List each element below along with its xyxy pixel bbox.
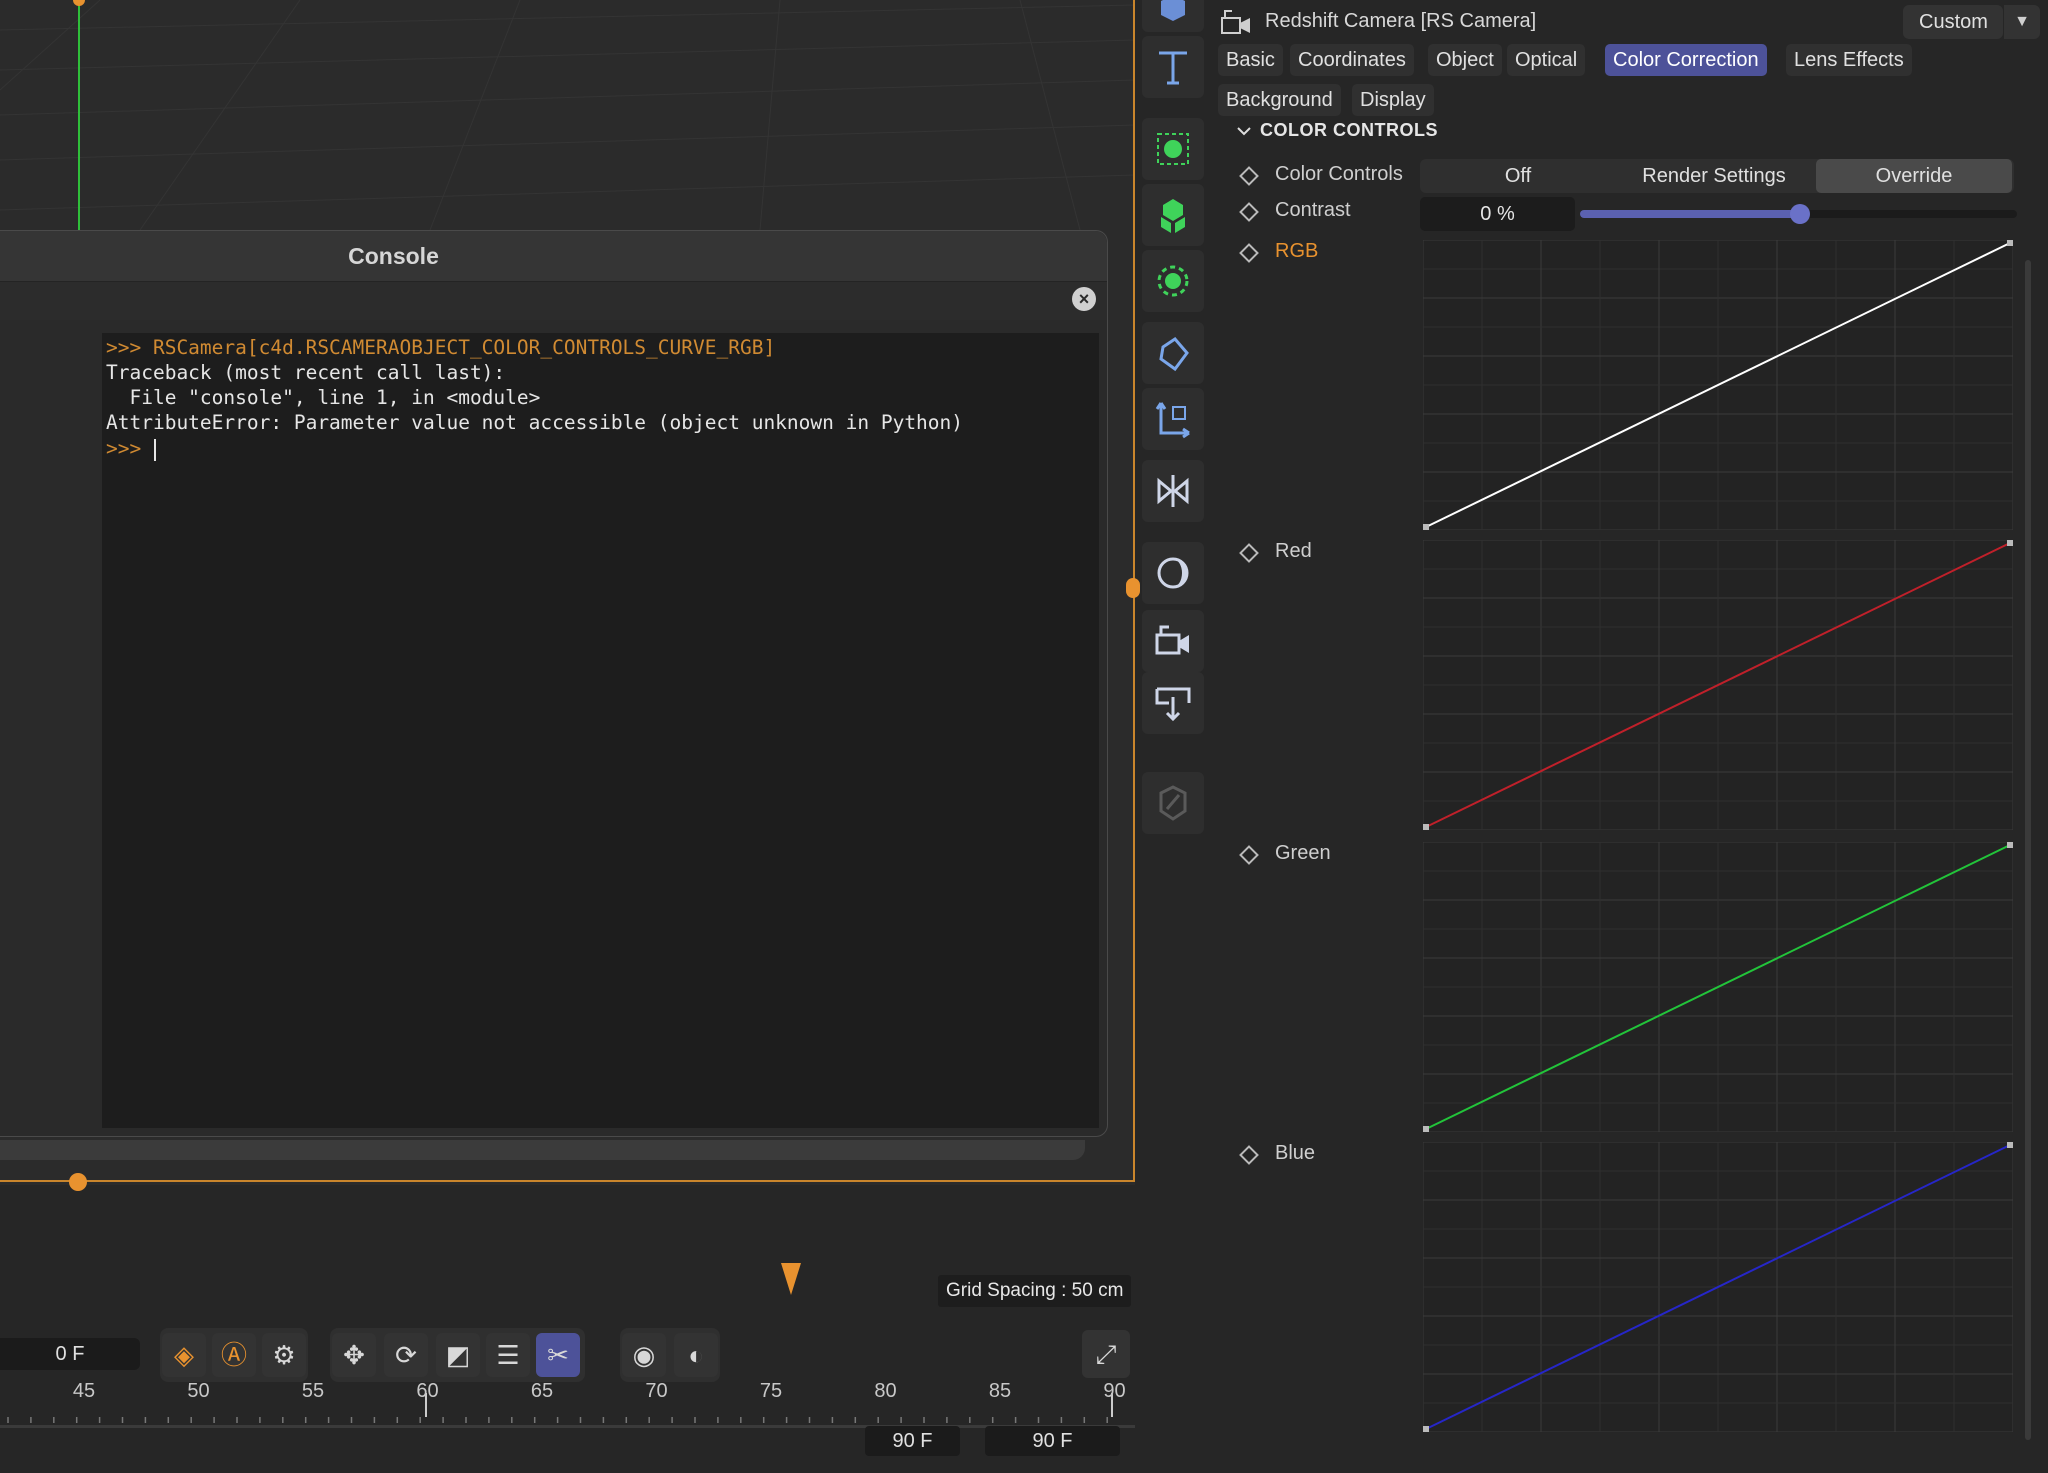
tab-display[interactable]: Display [1352, 84, 1434, 116]
camera-handle-dot-bottom[interactable] [69, 1173, 87, 1191]
rotation-key-icon[interactable]: ⟳ [384, 1333, 428, 1377]
camera-tool-icon[interactable] [1142, 610, 1204, 672]
motion-settings-icon[interactable]: ◐ [674, 1333, 718, 1377]
contrast-value-field[interactable]: 0 % [1420, 197, 1575, 231]
cloner-icon[interactable] [1142, 184, 1204, 246]
section-title[interactable]: COLOR CONTROLS [1260, 120, 1438, 141]
text-tool-icon[interactable] [1142, 36, 1204, 98]
camera-object-icon [1221, 10, 1250, 34]
curve-editor-rgb[interactable] [1423, 240, 2013, 530]
document-end-field[interactable]: 90 F [985, 1426, 1120, 1456]
console-footer [0, 1140, 1085, 1160]
contrast-slider-handle[interactable] [1790, 204, 1810, 224]
tab-background[interactable]: Background [1218, 84, 1341, 116]
tab-lens-effects[interactable]: Lens Effects [1786, 44, 1912, 76]
ruler-tick-label: 75 [759, 1380, 783, 1402]
viewport-grid [0, 0, 1135, 230]
curve-label-red: Red [1275, 540, 1312, 562]
symmetry-icon[interactable] [1142, 460, 1204, 522]
autokey-icon[interactable]: Ⓐ [212, 1333, 256, 1377]
current-frame-field[interactable]: 0 F [0, 1338, 140, 1370]
color-controls-mode-selector[interactable]: Off Render Settings Override [1420, 159, 2014, 193]
camera-handle-dot-right[interactable] [1126, 578, 1140, 598]
scale-key-icon[interactable]: ◩ [436, 1333, 480, 1377]
object-title: Redshift Camera [RS Camera] [1265, 10, 1537, 32]
console-command-line: >>> RSCamera[c4d.RSCAMERAOBJECT_COLOR_CO… [106, 336, 776, 359]
curve-label-blue: Blue [1275, 1142, 1316, 1164]
console-traceback-line: Traceback (most recent call last): [106, 361, 506, 384]
chevron-down-icon[interactable] [1236, 124, 1252, 138]
effector-icon[interactable] [1142, 250, 1204, 312]
curve-editor-red[interactable] [1423, 540, 2013, 830]
interactive-render-icon[interactable]: ⤢ [1082, 1330, 1130, 1378]
scrollbar[interactable] [2025, 260, 2031, 1440]
ruler-tick-label: 45 [72, 1380, 96, 1402]
console-traceback-line: File "console", line 1, in <module> [106, 386, 541, 409]
contrast-slider-fill [1580, 210, 1800, 218]
pla-key-icon[interactable]: ✂ [536, 1333, 580, 1377]
curve-point-handle [2007, 540, 2013, 546]
deformer-icon[interactable] [1142, 322, 1204, 384]
ruler-tick-label: 70 [645, 1380, 668, 1402]
parameter-key-icon[interactable]: ☰ [486, 1333, 530, 1377]
ruler-tick-label: 90 [1103, 1380, 1126, 1402]
curve-editor-green[interactable] [1423, 842, 2013, 1132]
curve-point-handle [1423, 1126, 1429, 1132]
tab-optical[interactable]: Optical [1507, 44, 1586, 76]
contrast-label: Contrast [1275, 199, 1351, 221]
tab-coordinates[interactable]: Coordinates [1290, 44, 1414, 76]
option-override[interactable]: Override [1816, 159, 2012, 193]
console-error-line: AttributeError: Parameter value not acce… [106, 411, 964, 434]
curve-label-rgb: RGB [1275, 240, 1319, 262]
tab-basic[interactable]: Basic [1218, 44, 1283, 76]
keyframe-settings-icon[interactable]: ⚙ [262, 1333, 306, 1377]
grid-spacing-label: Grid Spacing : 50 cm [938, 1275, 1132, 1307]
chevron-down-icon[interactable]: ▼ [2003, 5, 2040, 39]
color-controls-label: Color Controls [1275, 163, 1403, 185]
option-off[interactable]: Off [1420, 159, 1616, 193]
console-toolbar [0, 282, 1107, 320]
cube-icon[interactable] [1142, 0, 1204, 32]
ruler-tick-label: 85 [988, 1380, 1012, 1402]
y-axis-line [78, 0, 80, 230]
motion-record-icon[interactable]: ◉ [622, 1333, 666, 1377]
render-output-icon[interactable] [1142, 672, 1204, 734]
ruler-tick-label: 55 [301, 1380, 325, 1402]
console-prompt: >>> [106, 437, 153, 460]
curve-point-handle [1423, 1426, 1429, 1432]
tab-color-correction[interactable]: Color Correction [1605, 44, 1767, 76]
viewport-selection-border-bottom [0, 1180, 1135, 1182]
curve-editor-blue[interactable] [1423, 1142, 2013, 1432]
axis-tool-icon[interactable] [1142, 388, 1204, 450]
curve-point-handle [2007, 842, 2013, 848]
console-output[interactable]: >>> RSCamera[c4d.RSCAMERAOBJECT_COLOR_CO… [102, 333, 1099, 1128]
ruler-tick-label: 60 [416, 1380, 439, 1402]
light-cone-icon [781, 1263, 801, 1295]
edit-disabled-icon [1142, 772, 1204, 834]
ruler-tick-label: 80 [874, 1380, 897, 1402]
mode-dropdown[interactable]: Custom [1903, 5, 2003, 39]
tab-object[interactable]: Object [1428, 44, 1502, 76]
close-icon[interactable]: × [1072, 287, 1096, 311]
record-keyframe-icon[interactable]: ◈ [162, 1333, 206, 1377]
curve-label-green: Green [1275, 842, 1331, 864]
curve-point-handle [1423, 824, 1429, 830]
timeline-ruler[interactable] [0, 1385, 1135, 1455]
preview-end-field[interactable]: 90 F [865, 1426, 960, 1456]
console-titlebar[interactable]: Console [0, 231, 1107, 282]
position-key-icon[interactable]: ✥ [332, 1333, 376, 1377]
text-cursor [154, 439, 156, 461]
option-render-settings[interactable]: Render Settings [1616, 159, 1812, 193]
generator-icon[interactable] [1142, 118, 1204, 180]
curve-point-handle [1423, 524, 1429, 530]
curve-point-handle [2007, 1142, 2013, 1148]
environment-icon[interactable] [1142, 542, 1204, 604]
console-title: Console [348, 243, 439, 269]
ruler-tick-label: 65 [530, 1380, 554, 1402]
curve-point-handle [2007, 240, 2013, 246]
ruler-tick-label: 50 [187, 1380, 210, 1402]
